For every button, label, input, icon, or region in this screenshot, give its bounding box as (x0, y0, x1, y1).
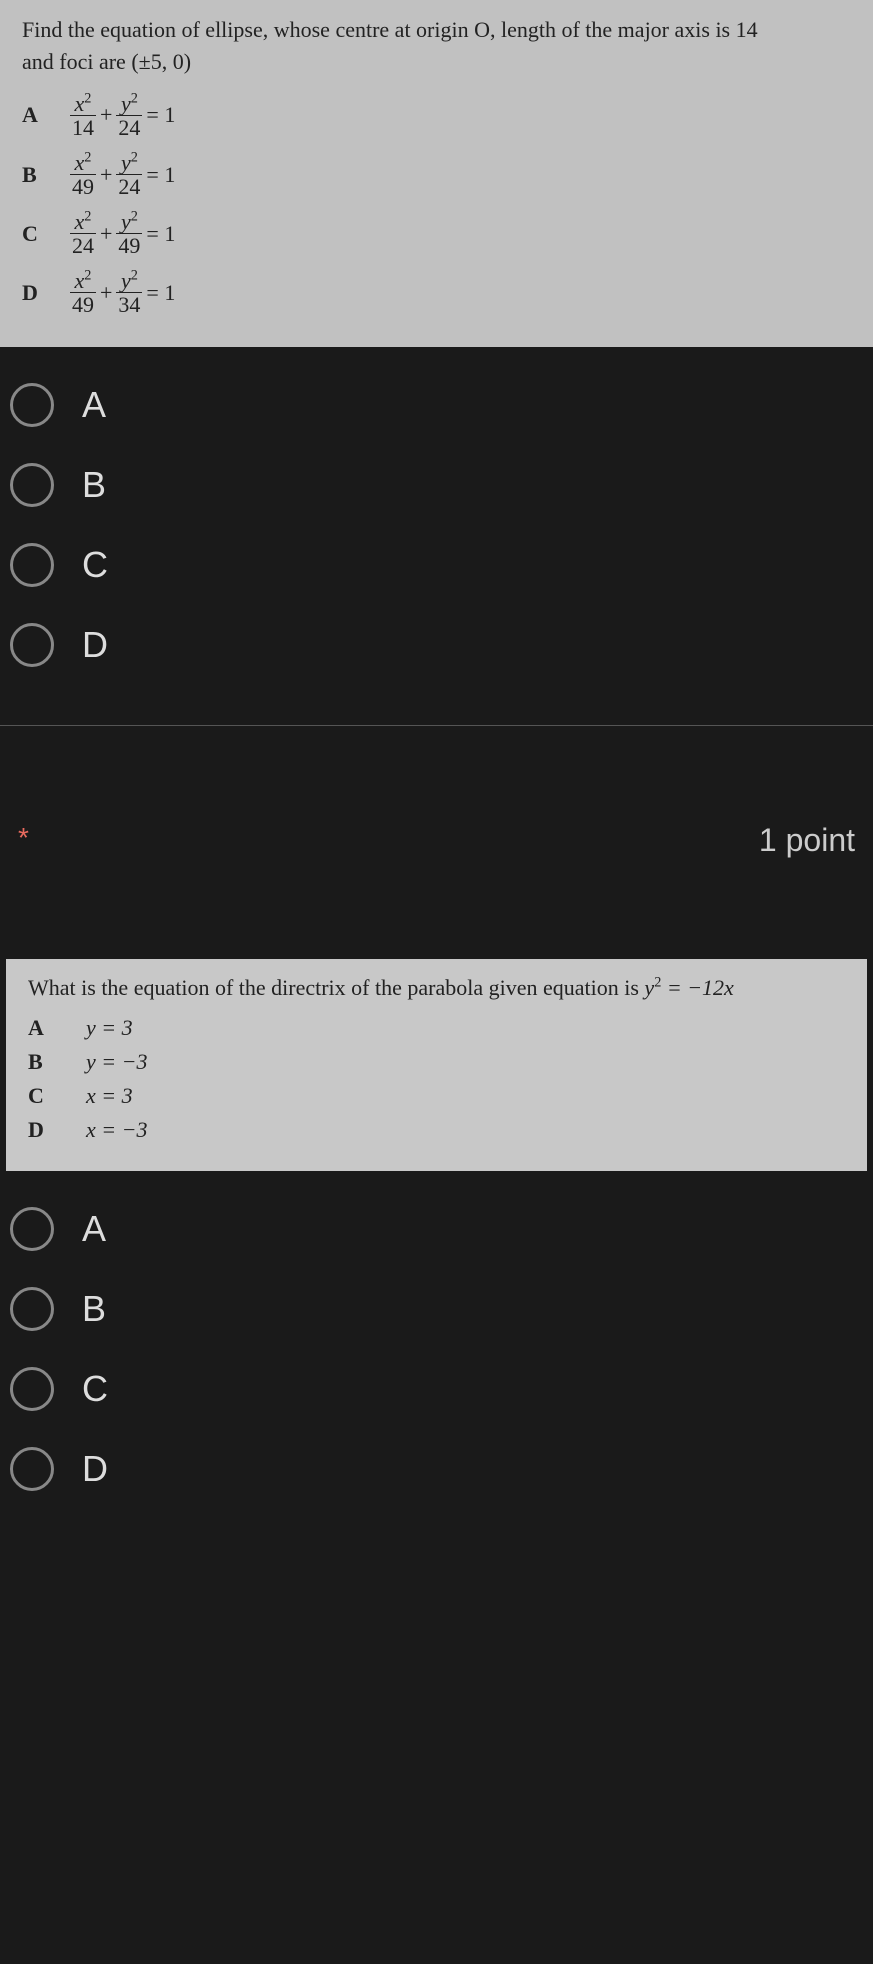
q1-answers: A B C D (0, 347, 873, 725)
q2-radio-b[interactable]: B (0, 1269, 873, 1349)
q1-opt-c-letter: C (22, 218, 70, 250)
q2-radio-d-label: D (82, 1448, 108, 1490)
q1-prompt-line2: and foci are (±5, 0) (22, 46, 851, 78)
q2-radio-a-label: A (82, 1208, 106, 1250)
q1-radio-d[interactable]: D (0, 605, 873, 685)
q2-answers: A B C D (0, 1171, 873, 1549)
q1-radio-c[interactable]: C (0, 525, 873, 605)
q1-radio-a[interactable]: A (0, 365, 873, 445)
q1-opt-a-letter: A (22, 99, 70, 131)
q2-radio-c-label: C (82, 1368, 108, 1410)
radio-icon (10, 463, 54, 507)
q2-option-c: C x = 3 (28, 1083, 845, 1109)
q1-radio-c-label: C (82, 544, 108, 586)
q1-option-c: C x224 + y249 = 1 (22, 210, 851, 257)
q2-radio-a[interactable]: A (0, 1189, 873, 1269)
q1-option-b: B x249 + y224 = 1 (22, 151, 851, 198)
q2-prompt: What is the equation of the directrix of… (28, 975, 845, 1001)
q1-image: Find the equation of ellipse, whose cent… (0, 0, 873, 347)
q1-opt-b-letter: B (22, 159, 70, 191)
q1-radio-b[interactable]: B (0, 445, 873, 525)
q1-prompt-line1: Find the equation of ellipse, whose cent… (22, 14, 851, 46)
q2-radio-c[interactable]: C (0, 1349, 873, 1429)
radio-icon (10, 1447, 54, 1491)
q2-radio-d[interactable]: D (0, 1429, 873, 1509)
radio-icon (10, 1367, 54, 1411)
q1-radio-b-label: B (82, 464, 106, 506)
radio-icon (10, 383, 54, 427)
radio-icon (10, 543, 54, 587)
q1-option-a: A x214 + y224 = 1 (22, 92, 851, 139)
q1-option-d: D x249 + y234 = 1 (22, 269, 851, 316)
q2-option-b: B y = −3 (28, 1049, 845, 1075)
radio-icon (10, 623, 54, 667)
q2-option-d: D x = −3 (28, 1117, 845, 1143)
radio-icon (10, 1207, 54, 1251)
radio-icon (10, 1287, 54, 1331)
q2-option-a: A y = 3 (28, 1015, 845, 1041)
q1-radio-a-label: A (82, 384, 106, 426)
q1-radio-d-label: D (82, 624, 108, 666)
required-asterisk: * (18, 822, 29, 854)
q2-header: * 1 point (0, 726, 873, 959)
q2-radio-b-label: B (82, 1288, 106, 1330)
q1-opt-d-letter: D (22, 277, 70, 309)
q1-prompt: Find the equation of ellipse, whose cent… (22, 14, 851, 78)
points-label: 1 point (759, 822, 855, 859)
q2-image: What is the equation of the directrix of… (6, 959, 867, 1171)
